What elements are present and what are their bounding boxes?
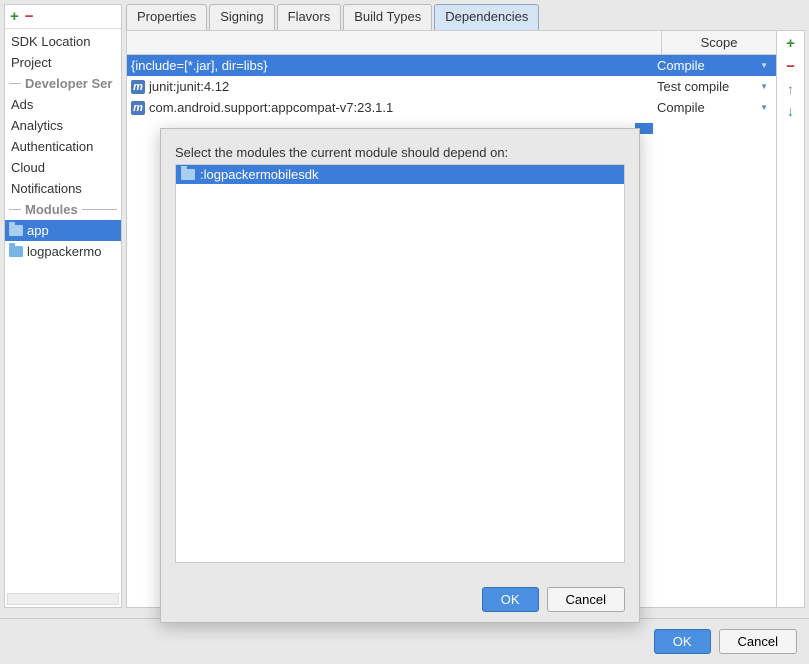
dependency-name: com.android.support:appcompat-v7:23.1.1 [149, 100, 393, 115]
move-down-icon[interactable]: ↓ [787, 103, 794, 119]
dialog-ok-button[interactable]: OK [482, 587, 539, 612]
sidebar-item-authentication[interactable]: Authentication [5, 136, 121, 157]
move-up-icon[interactable]: ↑ [787, 81, 794, 97]
sidebar-item-notifications[interactable]: Notifications [5, 178, 121, 199]
module-item-app[interactable]: app [5, 220, 121, 241]
sidebar-item-project[interactable]: Project [5, 52, 121, 73]
section-label: Developer Ser [25, 76, 112, 91]
sidebar-item-sdk-location[interactable]: SDK Location [5, 31, 121, 52]
module-label: app [27, 223, 49, 238]
remove-icon[interactable]: − [25, 8, 34, 25]
dependency-row[interactable]: m com.android.support:appcompat-v7:23.1.… [127, 97, 776, 118]
section-label: Modules [25, 202, 78, 217]
sidebar-list: SDK Location Project Developer Ser Ads A… [5, 29, 121, 591]
sidebar-item-analytics[interactable]: Analytics [5, 115, 121, 136]
module-item-logpackermo[interactable]: logpackermo [5, 241, 121, 262]
module-select-dialog: Select the modules the current module sh… [160, 128, 640, 623]
scope-column-header[interactable]: Scope [661, 31, 776, 54]
folder-icon [9, 246, 23, 257]
module-label: logpackermo [27, 244, 101, 259]
tab-properties[interactable]: Properties [126, 4, 207, 30]
dependency-actions: + − ↑ ↓ [776, 31, 804, 607]
cancel-button[interactable]: Cancel [719, 629, 797, 654]
section-modules: Modules [5, 199, 121, 220]
horizontal-scrollbar[interactable] [7, 593, 119, 605]
main-footer: OK Cancel [0, 618, 809, 664]
folder-icon [181, 169, 195, 180]
chevron-down-icon: ▼ [760, 103, 768, 112]
dependency-name: junit:junit:4.12 [149, 79, 229, 94]
scope-dropdown[interactable]: Test compile ▼ [657, 79, 772, 94]
section-developer-services: Developer Ser [5, 73, 121, 94]
table-header: Scope [127, 31, 776, 55]
dependency-row[interactable]: m junit:junit:4.12 Test compile ▼ [127, 76, 776, 97]
tabs: Properties Signing Flavors Build Types D… [126, 4, 805, 30]
folder-icon [9, 225, 23, 236]
scope-dropdown[interactable]: Compile ▼ [657, 58, 772, 73]
module-list: :logpackermobilesdk [175, 164, 625, 563]
tab-build-types[interactable]: Build Types [343, 4, 432, 30]
chevron-down-icon: ▼ [760, 82, 768, 91]
dependency-row[interactable]: {include=[*.jar], dir=libs} Compile ▼ [127, 55, 776, 76]
remove-dependency-icon[interactable]: − [786, 58, 795, 75]
dialog-prompt: Select the modules the current module sh… [175, 143, 625, 164]
dialog-footer: OK Cancel [161, 577, 639, 622]
scope-dropdown[interactable]: Compile ▼ [657, 100, 772, 115]
dialog-cancel-button[interactable]: Cancel [547, 587, 625, 612]
tab-flavors[interactable]: Flavors [277, 4, 342, 30]
tab-dependencies[interactable]: Dependencies [434, 4, 539, 30]
ok-button[interactable]: OK [654, 629, 711, 654]
add-dependency-icon[interactable]: + [786, 35, 795, 52]
chevron-down-icon: ▼ [760, 61, 768, 70]
dependency-name: {include=[*.jar], dir=libs} [131, 58, 268, 73]
sidebar: + − SDK Location Project Developer Ser A… [4, 4, 122, 608]
module-option[interactable]: :logpackermobilesdk [176, 165, 624, 184]
tab-signing[interactable]: Signing [209, 4, 274, 30]
add-icon[interactable]: + [10, 8, 19, 25]
maven-icon: m [131, 101, 145, 115]
sidebar-toolbar: + − [5, 5, 121, 29]
module-option-label: :logpackermobilesdk [200, 167, 319, 182]
sidebar-item-ads[interactable]: Ads [5, 94, 121, 115]
maven-icon: m [131, 80, 145, 94]
sidebar-item-cloud[interactable]: Cloud [5, 157, 121, 178]
